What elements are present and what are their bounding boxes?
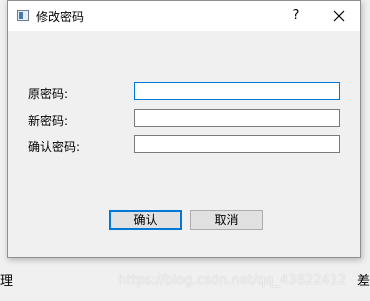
app-window-icon bbox=[17, 10, 29, 21]
dialog-title: 修改密码 bbox=[36, 10, 85, 24]
close-icon[interactable] bbox=[326, 5, 352, 27]
new-password-label: 新密码: bbox=[28, 114, 69, 128]
old-password-input[interactable] bbox=[134, 82, 340, 100]
background-right-text: 差 bbox=[356, 274, 370, 289]
change-password-dialog: 修改密码 ? 原密码: 新密码: 确认密码: 确认 取消 bbox=[7, 0, 361, 258]
old-password-label: 原密码: bbox=[28, 87, 69, 101]
watermark-text: https://blog.csdn.net/qq_43822412 bbox=[118, 273, 347, 288]
dialog-titlebar[interactable]: 修改密码 ? bbox=[8, 1, 360, 31]
confirm-password-label: 确认密码: bbox=[28, 140, 81, 154]
new-password-input[interactable] bbox=[134, 109, 340, 127]
background-left-text: 理 bbox=[0, 274, 14, 289]
confirm-password-input[interactable] bbox=[134, 135, 340, 153]
cancel-button[interactable]: 取消 bbox=[190, 210, 263, 230]
confirm-button[interactable]: 确认 bbox=[109, 210, 182, 230]
help-icon[interactable]: ? bbox=[286, 5, 306, 27]
